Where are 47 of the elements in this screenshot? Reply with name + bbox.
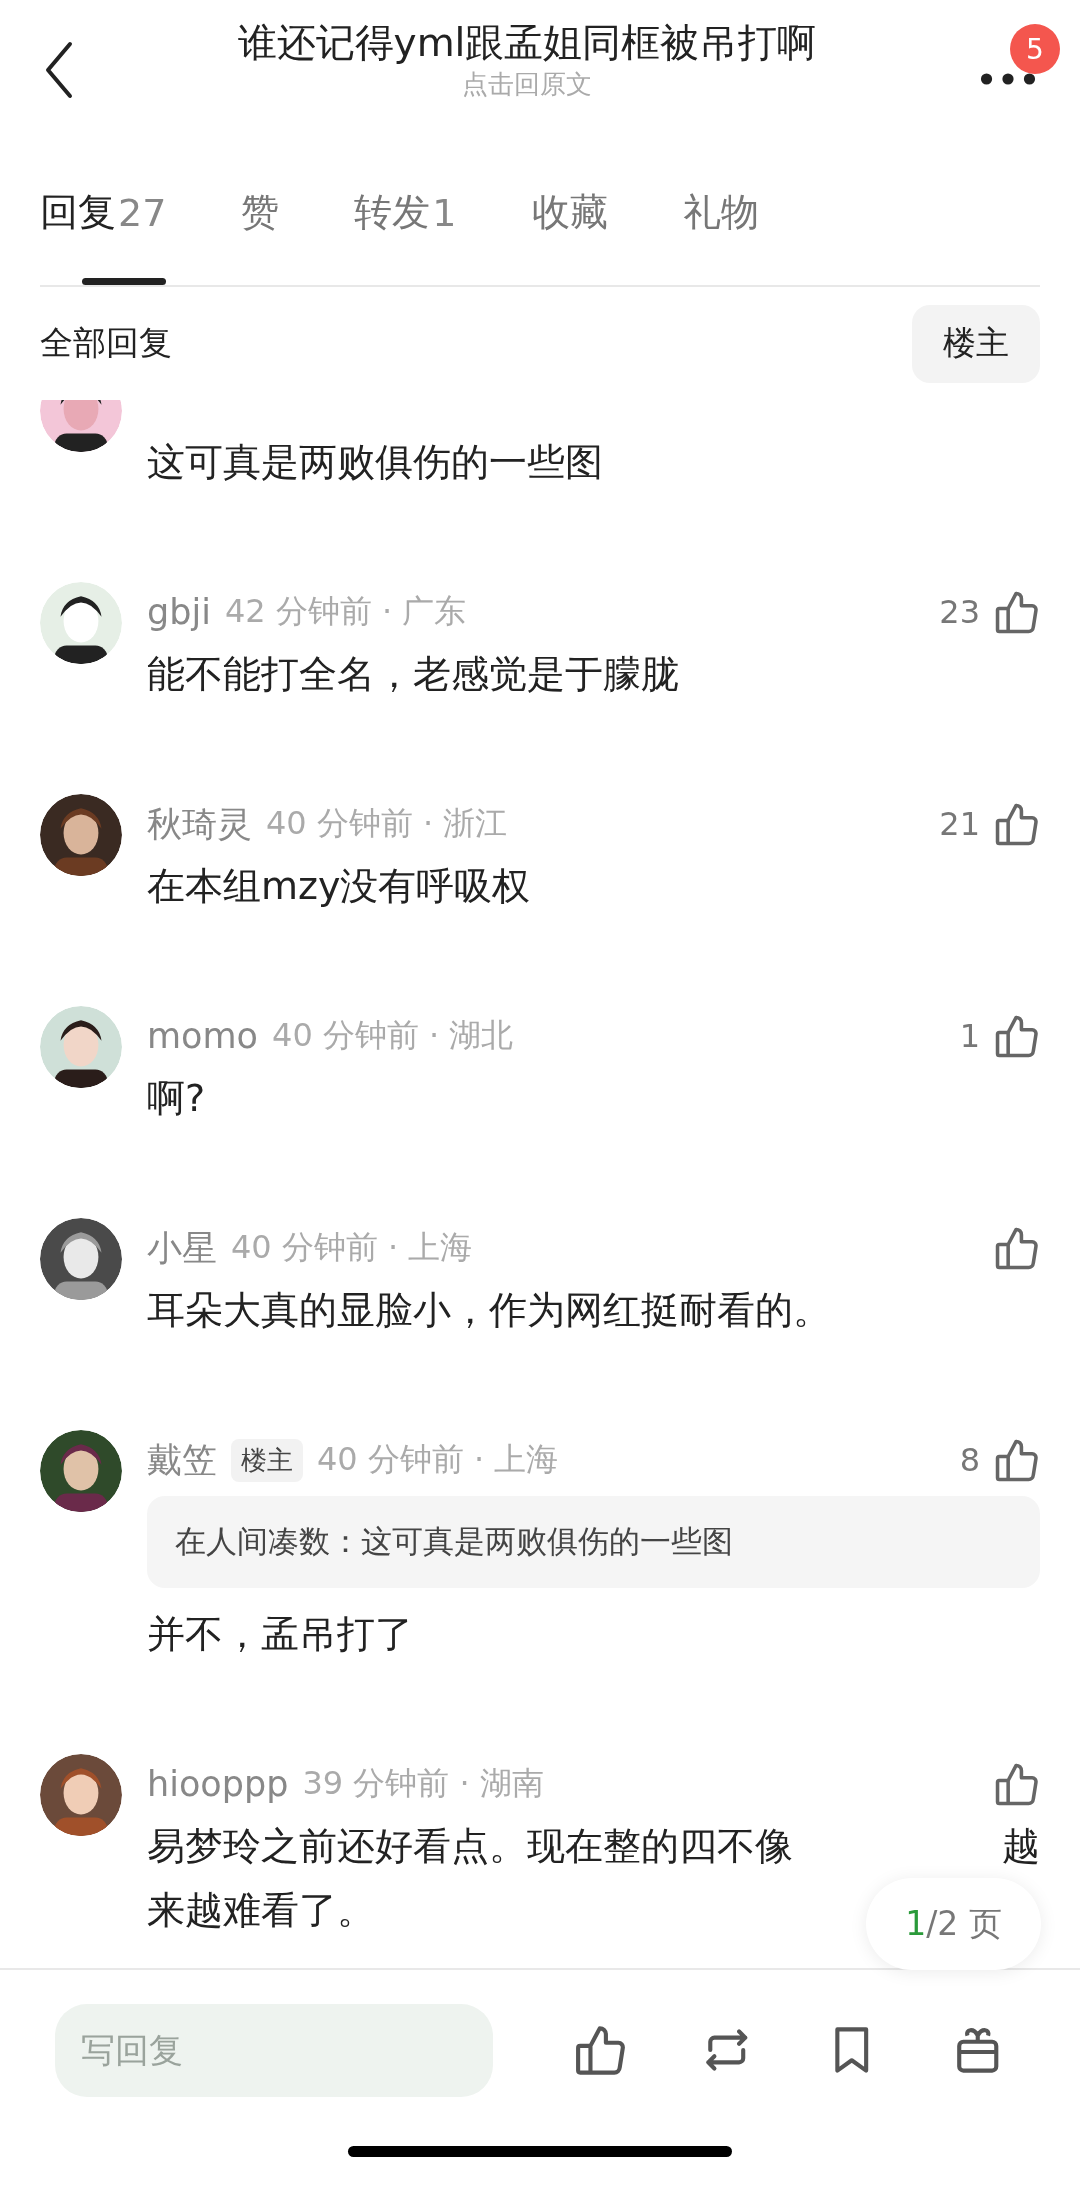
quoted-reply: 在人间凑数：这可真是两败俱伤的一些图 <box>147 1496 1040 1588</box>
op-filter-button[interactable]: 楼主 <box>912 304 1040 383</box>
tab[interactable]: 回复27 <box>40 140 242 285</box>
back-to-post-link[interactable]: 点击回原文 <box>462 67 592 101</box>
username[interactable]: 小星 <box>147 1224 217 1272</box>
post-title: 谁还记得yml跟孟姐同框被吊打啊 <box>237 19 817 67</box>
thumbs-up-icon[interactable] <box>994 801 1040 847</box>
tab[interactable]: 转发1 <box>354 140 532 285</box>
comment-text: 易梦玲之前还好看点。现在整的四不像 <box>147 1823 793 1870</box>
like-count: 23 <box>939 593 980 631</box>
more-icon[interactable] <box>980 72 1036 86</box>
username[interactable]: 秋琦灵 <box>147 800 252 848</box>
comment-meta: 40 分钟前 · 上海 <box>231 1227 473 1268</box>
tab[interactable]: 收藏 <box>531 140 683 285</box>
comment-text: 来越难看了。 <box>147 1887 375 1934</box>
reply-field[interactable]: 写回复 <box>55 2003 493 2097</box>
username[interactable]: hiooppp <box>147 1764 289 1804</box>
tab[interactable]: 赞 <box>241 140 355 285</box>
comment-text: 能不能打全名，老感觉是于朦胧 <box>147 651 679 698</box>
like-count: 1 <box>959 1017 980 1055</box>
comment-meta: 40 分钟前 · 浙江 <box>266 803 508 844</box>
author-tag: 楼主 <box>231 1438 303 1482</box>
page-indicator[interactable]: 1/2 页 <box>866 1878 1041 1970</box>
username[interactable]: momo <box>147 1016 258 1056</box>
section-label: 全部回复 <box>40 322 172 364</box>
like-count: 21 <box>939 805 980 843</box>
comment-text: 越 <box>1002 1823 1040 1870</box>
comment-meta: 42 分钟前 · 广东 <box>224 591 467 632</box>
comment-text: 这可真是两败俱伤的一些图 <box>147 439 603 486</box>
comment-text: 啊? <box>147 1075 206 1122</box>
thumbs-up-icon[interactable] <box>994 1761 1040 1807</box>
thumbs-up-icon[interactable] <box>994 589 1040 635</box>
username[interactable]: 戴笠 <box>147 1436 217 1484</box>
thumbs-up-icon[interactable] <box>994 1437 1040 1483</box>
notification-badge: 5 <box>1010 24 1060 74</box>
thumbs-up-icon[interactable] <box>994 1225 1040 1271</box>
tab[interactable]: 礼物 <box>682 140 834 285</box>
like-count: 8 <box>959 1441 980 1479</box>
comment-meta: 39 分钟前 · 湖南 <box>302 1763 544 1804</box>
comment-meta: 40 分钟前 · 上海 <box>317 1439 559 1480</box>
username[interactable]: gbji <box>147 592 211 632</box>
comment-text: 并不，孟吊打了 <box>147 1611 413 1658</box>
thumbs-up-icon[interactable] <box>994 1013 1040 1059</box>
comment-text: 耳朵大真的显脸小，作为网红挺耐看的。 <box>147 1287 831 1334</box>
comment-meta: 40 分钟前 · 湖北 <box>272 1015 514 1056</box>
back-icon[interactable] <box>44 40 74 100</box>
comment-text: 在本组mzy没有呼吸权 <box>147 863 531 910</box>
